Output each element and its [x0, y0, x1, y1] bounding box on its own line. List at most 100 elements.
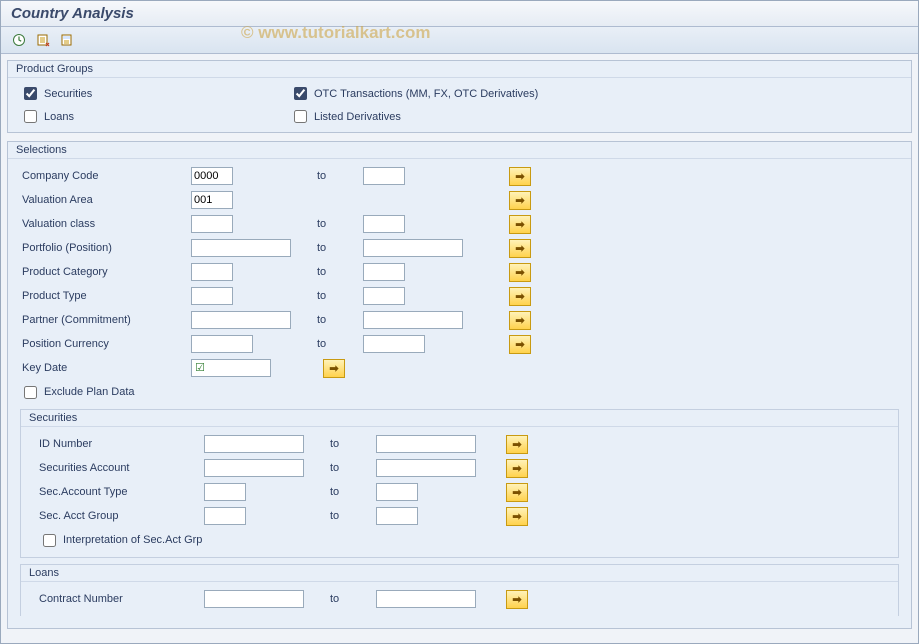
label-valuation-area: Valuation Area: [20, 194, 185, 206]
to-label: to: [317, 314, 326, 326]
label-product-category: Product Category: [20, 266, 185, 278]
checkbox-interpretation-input[interactable]: [43, 534, 56, 547]
checkbox-loans[interactable]: Loans: [20, 107, 280, 126]
input-company-code-to[interactable]: [363, 167, 405, 185]
multiselect-portfolio[interactable]: ➡: [509, 239, 531, 258]
label-product-type: Product Type: [20, 290, 185, 302]
group-title-selections: Selections: [8, 142, 911, 159]
row-sec-acct-group: Sec. Acct Group to ➡: [33, 505, 886, 527]
label-contract-number: Contract Number: [33, 593, 198, 605]
input-valuation-class-from[interactable]: [191, 215, 233, 233]
input-company-code-from[interactable]: [191, 167, 233, 185]
to-label: to: [330, 438, 339, 450]
to-label: to: [317, 170, 326, 182]
checkbox-securities-input[interactable]: [24, 87, 37, 100]
multiselect-valuation-area[interactable]: ➡: [509, 191, 531, 210]
subgroup-title-securities: Securities: [21, 410, 898, 427]
group-title-product-groups: Product Groups: [8, 61, 911, 78]
row-interpretation: Interpretation of Sec.Act Grp: [33, 529, 886, 551]
input-id-number-from[interactable]: [204, 435, 304, 453]
to-label: to: [317, 242, 326, 254]
checkbox-otc[interactable]: OTC Transactions (MM, FX, OTC Derivative…: [290, 84, 899, 103]
multiselect-product-category[interactable]: ➡: [509, 263, 531, 282]
checkbox-loans-label: Loans: [44, 111, 74, 123]
label-portfolio: Portfolio (Position): [20, 242, 185, 254]
to-label: to: [330, 462, 339, 474]
input-contract-number-from[interactable]: [204, 590, 304, 608]
checkbox-securities[interactable]: Securities: [20, 84, 280, 103]
title-bar: Country Analysis: [1, 1, 918, 27]
input-sec-account-type-from[interactable]: [204, 483, 246, 501]
multiselect-partner[interactable]: ➡: [509, 311, 531, 330]
input-securities-account-to[interactable]: [376, 459, 476, 477]
input-contract-number-to[interactable]: [376, 590, 476, 608]
input-valuation-class-to[interactable]: [363, 215, 405, 233]
multiselect-contract-number[interactable]: ➡: [506, 590, 528, 609]
multiselect-key-date[interactable]: ➡: [323, 359, 345, 378]
row-contract-number: Contract Number to ➡: [33, 588, 886, 610]
label-position-currency: Position Currency: [20, 338, 185, 350]
multiselect-sec-acct-group[interactable]: ➡: [506, 507, 528, 526]
checkbox-listed-input[interactable]: [294, 110, 307, 123]
date-placeholder-icon: ☑: [194, 362, 206, 374]
checkbox-exclude-plan[interactable]: Exclude Plan Data: [20, 383, 135, 402]
input-sec-acct-group-to[interactable]: [376, 507, 418, 525]
checkbox-exclude-plan-input[interactable]: [24, 386, 37, 399]
group-product-groups: Product Groups Securities OTC Transactio…: [7, 60, 912, 133]
input-product-category-from[interactable]: [191, 263, 233, 281]
subgroup-title-loans: Loans: [21, 565, 898, 582]
input-partner-from[interactable]: [191, 311, 291, 329]
label-partner: Partner (Commitment): [20, 314, 185, 326]
variant-get-icon: [36, 33, 50, 47]
input-sec-acct-group-from[interactable]: [204, 507, 246, 525]
input-product-type-to[interactable]: [363, 287, 405, 305]
input-valuation-area-from[interactable]: [191, 191, 233, 209]
row-securities-account: Securities Account to ➡: [33, 457, 886, 479]
input-position-currency-to[interactable]: [363, 335, 425, 353]
multiselect-sec-account-type[interactable]: ➡: [506, 483, 528, 502]
get-variant-button[interactable]: [33, 30, 53, 50]
multiselect-product-type[interactable]: ➡: [509, 287, 531, 306]
row-position-currency: Position Currency to ➡: [20, 333, 899, 355]
to-label: to: [317, 218, 326, 230]
row-valuation-area: Valuation Area ➡: [20, 189, 899, 211]
checkbox-listed-label: Listed Derivatives: [314, 111, 401, 123]
input-key-date[interactable]: [208, 361, 262, 375]
multiselect-securities-account[interactable]: ➡: [506, 459, 528, 478]
to-label: to: [330, 593, 339, 605]
execute-button[interactable]: [9, 30, 29, 50]
input-portfolio-from[interactable]: [191, 239, 291, 257]
input-securities-account-from[interactable]: [204, 459, 304, 477]
variant-save-icon: [60, 33, 74, 47]
input-portfolio-to[interactable]: [363, 239, 463, 257]
row-sec-account-type: Sec.Account Type to ➡: [33, 481, 886, 503]
save-variant-button[interactable]: [57, 30, 77, 50]
row-product-category: Product Category to ➡: [20, 261, 899, 283]
label-sec-account-type: Sec.Account Type: [33, 486, 198, 498]
input-sec-account-type-to[interactable]: [376, 483, 418, 501]
group-selections: Selections Company Code to ➡ Valuation A…: [7, 141, 912, 629]
input-partner-to[interactable]: [363, 311, 463, 329]
row-valuation-class: Valuation class to ➡: [20, 213, 899, 235]
to-label: to: [317, 266, 326, 278]
checkbox-listed-derivatives[interactable]: Listed Derivatives: [290, 107, 899, 126]
row-product-type: Product Type to ➡: [20, 285, 899, 307]
label-sec-acct-group: Sec. Acct Group: [33, 510, 198, 522]
checkbox-interpretation[interactable]: Interpretation of Sec.Act Grp: [33, 531, 202, 550]
checkbox-securities-label: Securities: [44, 88, 92, 100]
input-product-category-to[interactable]: [363, 263, 405, 281]
row-portfolio: Portfolio (Position) to ➡: [20, 237, 899, 259]
label-securities-account: Securities Account: [33, 462, 198, 474]
input-id-number-to[interactable]: [376, 435, 476, 453]
to-label: to: [317, 290, 326, 302]
multiselect-valuation-class[interactable]: ➡: [509, 215, 531, 234]
checkbox-otc-input[interactable]: [294, 87, 307, 100]
multiselect-id-number[interactable]: ➡: [506, 435, 528, 454]
subgroup-loans: Loans Contract Number to ➡: [20, 564, 899, 616]
row-key-date: Key Date ☑ ➡: [20, 357, 899, 379]
input-position-currency-from[interactable]: [191, 335, 253, 353]
checkbox-loans-input[interactable]: [24, 110, 37, 123]
input-product-type-from[interactable]: [191, 287, 233, 305]
multiselect-position-currency[interactable]: ➡: [509, 335, 531, 354]
multiselect-company-code[interactable]: ➡: [509, 167, 531, 186]
